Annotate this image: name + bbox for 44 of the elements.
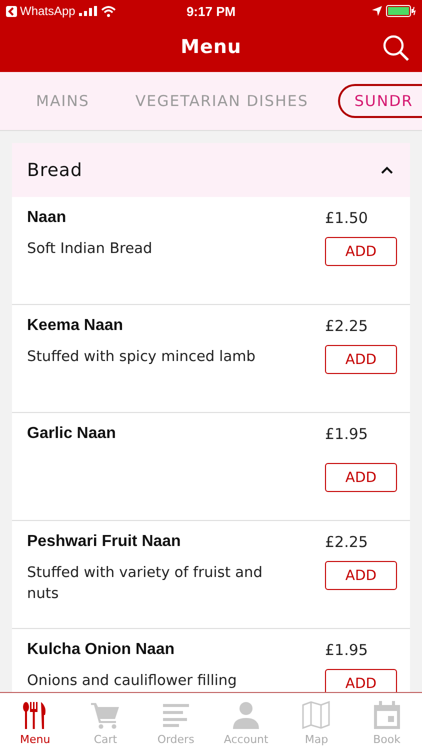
back-icon[interactable] [6, 6, 17, 16]
item-name: Keema Naan [27, 317, 124, 335]
tab-bar-item[interactable]: Book [356, 700, 417, 746]
back-link[interactable]: WhatsApp [20, 4, 76, 18]
status-time: 9:17 PM [186, 4, 236, 18]
item-description: Soft Indian Bread [27, 240, 154, 259]
category-tab[interactable]: VEGETARIAN DISHES [119, 84, 322, 118]
tab-bar-item[interactable]: Map [286, 700, 346, 746]
add-button[interactable]: ADD [325, 463, 397, 492]
item-price: £2.25 [325, 533, 369, 551]
list-icon [162, 702, 189, 726]
tab-bar-item[interactable]: Menu [5, 700, 66, 746]
calendar-icon [372, 700, 401, 728]
item-price: £2.25 [325, 317, 369, 335]
item-description: Onions and cauliflower filling [27, 672, 238, 691]
category-tab[interactable]: SUNDR [338, 84, 422, 118]
add-button[interactable]: ADD [325, 237, 397, 266]
tab-bar-item[interactable]: Account [216, 700, 276, 746]
item-price: £1.95 [325, 641, 369, 659]
signal-icon [79, 6, 98, 16]
map-icon [302, 700, 330, 728]
item-name: Kulcha Onion Naan [27, 641, 176, 659]
battery-icon [386, 5, 416, 17]
category-tab[interactable]: MAINS [20, 84, 104, 118]
item-name: Naan [27, 209, 68, 227]
wifi-icon [101, 6, 116, 16]
item-price: £1.95 [325, 425, 369, 443]
item-description: Stuffed with spicy minced lamb [27, 348, 256, 367]
add-button[interactable]: ADD [325, 669, 397, 692]
person-icon [232, 700, 260, 728]
page-title: Menu [180, 36, 242, 58]
section-title: Bread [27, 160, 82, 180]
item-name: Garlic Naan [27, 425, 117, 443]
item-name: Peshwari Fruit Naan [27, 533, 182, 551]
chevron-icon[interactable] [380, 166, 394, 174]
item-price: £1.50 [325, 209, 369, 227]
add-button[interactable]: ADD [325, 561, 397, 590]
tab-bar-item[interactable]: Cart [75, 700, 136, 746]
add-button[interactable]: ADD [325, 345, 397, 374]
location-icon [372, 6, 382, 16]
item-description: Stuffed with variety of fruist and nuts [27, 564, 264, 604]
cutlery-icon [22, 700, 48, 728]
cart-icon [90, 700, 120, 728]
tab-bar-item[interactable]: Orders [146, 700, 206, 746]
